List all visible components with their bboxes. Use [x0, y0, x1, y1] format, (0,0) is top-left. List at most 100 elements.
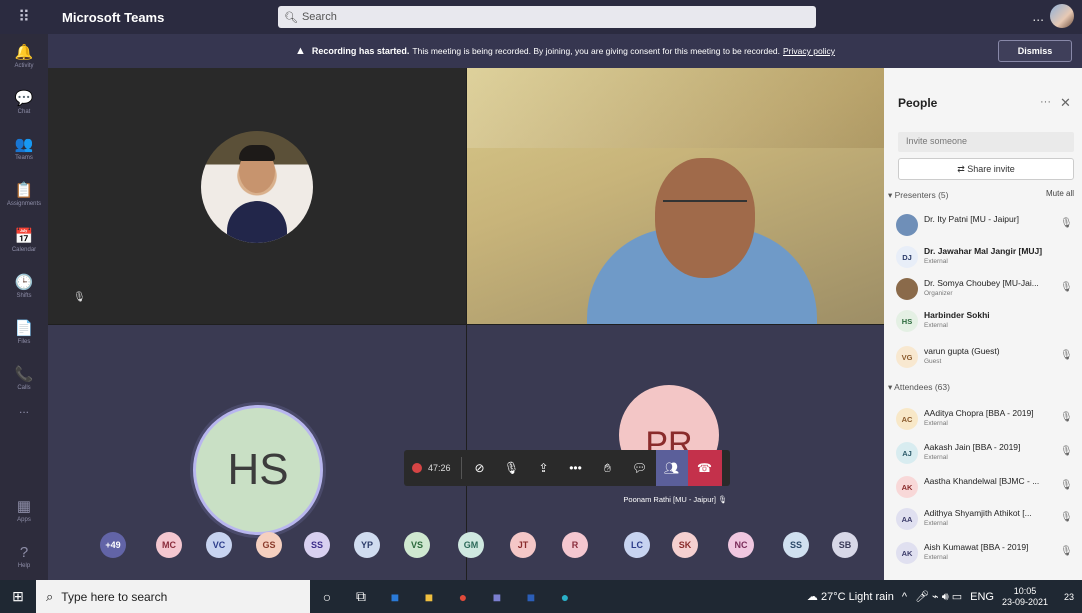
participant-chip[interactable]: MC: [156, 532, 182, 558]
rail-item-shifts[interactable]: 🕒 Shifts: [0, 264, 48, 310]
task-view-icon[interactable]: ⧉: [344, 580, 378, 613]
share-invite-button[interactable]: ⇄ Share invite: [898, 158, 1074, 180]
participant-chip[interactable]: R: [562, 532, 588, 558]
presenters-header-label: Presenters (5): [894, 190, 949, 200]
word-icon[interactable]: ■: [514, 580, 548, 613]
clock[interactable]: 10:05 23-09-2021: [1002, 586, 1048, 608]
person-row[interactable]: AK Aish Kumawat [BBA - 2019] External 🎙︎: [896, 540, 1078, 570]
participant-chip[interactable]: SB: [832, 532, 858, 558]
rail-item-activity[interactable]: 🔔 Activity: [0, 34, 48, 80]
language-indicator[interactable]: ENG: [970, 591, 994, 603]
mic-off-icon[interactable]: 🎙︎: [1060, 350, 1073, 361]
rail-item-calendar[interactable]: 📅 Calendar: [0, 218, 48, 264]
mic-icon[interactable]: 🎙︎: [1060, 480, 1073, 491]
more-options-icon[interactable]: ...: [1032, 8, 1044, 24]
rail-item-files[interactable]: 📄 Files: [0, 310, 48, 356]
search-icon: ⌕: [46, 588, 54, 604]
person-row[interactable]: DJ Dr. Jawahar Mal Jangir [MUJ] External: [896, 244, 1078, 274]
privacy-policy-link[interactable]: Privacy policy: [783, 46, 835, 56]
participant-chip[interactable]: VS: [404, 532, 430, 558]
panel-title: People: [898, 96, 938, 110]
person-row[interactable]: VG varun gupta (Guest) Guest 🎙︎: [896, 344, 1078, 374]
search-box[interactable]: 🔍︎ Search: [278, 6, 816, 28]
rail-item-help[interactable]: ? Help: [0, 534, 48, 580]
rail-item-calls[interactable]: 📞 Calls: [0, 356, 48, 402]
video-tile-photo[interactable]: 🎙︎: [48, 68, 466, 324]
participant-chip[interactable]: SS: [783, 532, 809, 558]
mic-icon[interactable]: 🎙︎: [1060, 546, 1073, 557]
participant-chip[interactable]: +49: [100, 532, 126, 558]
tray-icons[interactable]: 🎤︎ ⌁ 🔊︎ ▭: [915, 590, 962, 604]
person-name: Aish Kumawat [BBA - 2019]: [924, 542, 1029, 552]
tray-chevron-icon[interactable]: ^: [902, 591, 907, 603]
person-row[interactable]: Dr. Ity Patni [MU - Jaipur] 🎙︎: [896, 212, 1078, 242]
close-icon[interactable]: ✕: [1060, 95, 1071, 111]
participant-chip[interactable]: LC: [624, 532, 650, 558]
share-screen-icon[interactable]: ⇪: [528, 450, 560, 486]
more-apps-icon[interactable]: ...: [0, 402, 48, 432]
dismiss-button[interactable]: Dismiss: [998, 40, 1072, 62]
edge-icon[interactable]: ●: [548, 580, 582, 613]
meeting-stage: 🎙︎ HS PR Poonam Rathi [MU - Jaipur] 🎙︎: [48, 68, 884, 580]
rail-item-apps[interactable]: ▦ Apps: [0, 488, 48, 534]
mic-off-icon[interactable]: 🎙︎: [496, 450, 528, 486]
files-icon: 📄: [14, 320, 34, 337]
invite-input[interactable]: Invite someone: [898, 132, 1074, 152]
more-actions-icon[interactable]: •••: [560, 450, 592, 486]
user-avatar[interactable]: [1050, 4, 1074, 28]
video-tile-live[interactable]: [467, 68, 884, 324]
participant-chip[interactable]: VC: [206, 532, 232, 558]
person-row[interactable]: AC AAditya Chopra [BBA - 2019] External 🎙︎: [896, 406, 1078, 436]
clock-time: 10:05: [1013, 585, 1037, 596]
participant-chip[interactable]: JT: [510, 532, 536, 558]
windows-start-icon[interactable]: ⊞: [0, 580, 36, 613]
mic-icon[interactable]: 🎙︎: [1060, 412, 1073, 423]
camera-off-icon[interactable]: ⊘: [464, 450, 496, 486]
participant-chip[interactable]: SK: [672, 532, 698, 558]
person-row[interactable]: Dr. Somya Choubey [MU-Jai... Organizer 🎙︎: [896, 276, 1078, 306]
rail-item-label: Shifts: [16, 293, 32, 299]
person-row[interactable]: AK Aastha Khandelwal [BJMC - ... 🎙︎: [896, 474, 1078, 504]
call-timer: 47:26: [428, 463, 451, 473]
participant-chip[interactable]: NC: [728, 532, 754, 558]
person-name: Dr. Ity Patni [MU - Jaipur]: [924, 214, 1019, 224]
participant-chip[interactable]: GM: [458, 532, 484, 558]
taskbar-search-placeholder: Type here to search: [61, 589, 168, 604]
person-row[interactable]: AA Adithya Shyamjith Athikot [... External…: [896, 506, 1078, 536]
mic-off-icon[interactable]: 🎙︎: [1060, 218, 1073, 229]
app-launcher-icon[interactable]: ⠿: [0, 0, 48, 34]
person-name: Aastha Khandelwal [BJMC - ...: [924, 476, 1040, 486]
presenters-header[interactable]: ▾ Presenters (5): [888, 190, 949, 201]
participants-icon[interactable]: 👥︎: [655, 450, 688, 486]
mic-icon: 🎙︎: [718, 495, 728, 504]
taskbar-search[interactable]: ⌕ Type here to search: [36, 580, 310, 613]
mute-all-button[interactable]: Mute all: [1046, 189, 1074, 198]
cortana-icon[interactable]: ○: [310, 580, 344, 613]
hang-up-icon[interactable]: ☎︎: [687, 450, 722, 486]
outlook-icon[interactable]: ■: [378, 580, 412, 613]
rail-item-chat[interactable]: 💬 Chat: [0, 80, 48, 126]
search-placeholder: Search: [301, 11, 337, 23]
mic-off-icon[interactable]: 🎙︎: [1060, 282, 1073, 293]
rail-item-teams[interactable]: 👥 Teams: [0, 126, 48, 172]
recording-indicator: 47:26: [404, 450, 459, 486]
chat-icon[interactable]: 💬︎: [624, 450, 656, 486]
chrome-icon[interactable]: ●: [446, 580, 480, 613]
participant-chip[interactable]: SS: [304, 532, 330, 558]
person-row[interactable]: HS Harbinder Sokhi External: [896, 308, 1078, 338]
teams-taskbar-icon[interactable]: ■: [480, 580, 514, 613]
mic-icon[interactable]: 🎙︎: [1060, 446, 1073, 457]
raise-hand-icon[interactable]: ✋︎: [592, 450, 624, 486]
rail-item-label: Chat: [17, 109, 31, 115]
weather-widget[interactable]: ☁ 27°C Light rain: [807, 590, 894, 603]
panel-more-icon[interactable]: ···: [1040, 96, 1051, 108]
attendees-header[interactable]: ▾ Attendees (63): [888, 382, 950, 393]
participant-chip[interactable]: GS: [256, 532, 282, 558]
notification-center-icon[interactable]: 23: [1056, 585, 1082, 609]
mic-icon[interactable]: 🎙︎: [1060, 512, 1073, 523]
person-row[interactable]: AJ Aakash Jain [BBA - 2019] External 🎙︎: [896, 440, 1078, 470]
participant-chip[interactable]: YP: [354, 532, 380, 558]
person-role: External: [924, 420, 948, 427]
file-explorer-icon[interactable]: ■: [412, 580, 446, 613]
rail-item-assignments[interactable]: 📋 Assignments: [0, 172, 48, 218]
